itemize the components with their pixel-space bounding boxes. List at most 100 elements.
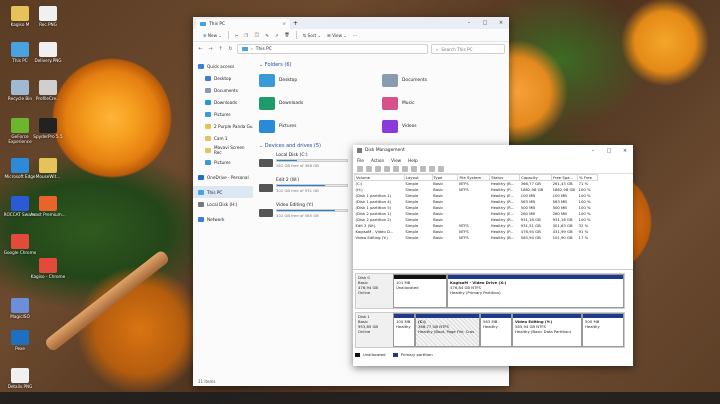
open-icon[interactable] [420,165,426,172]
sidebar-item[interactable]: Local Disk (H:) [193,198,253,210]
folder-item[interactable]: Documents [382,72,505,89]
more-options-icon[interactable]: ··· [353,33,357,38]
up-icon[interactable]: ↑ [217,46,224,52]
dm-menu-item[interactable]: Help [408,158,418,163]
sidebar-item-label: Pictures [214,111,231,117]
table-cell: Basic [433,235,444,240]
drive-usage-bar [276,159,348,162]
minimize-icon[interactable]: – [585,148,601,154]
forward-icon[interactable] [366,165,372,172]
refresh-icon[interactable]: ↻ [227,46,234,52]
explorer-tab-bar: This PC × + – □ × [193,17,509,29]
desktop-icon[interactable]: Kagiso - Chrome [30,258,66,279]
check-icon[interactable] [411,165,417,172]
sidebar-item-label: Cam 1 [214,135,228,141]
share-icon[interactable]: ↗ [275,33,279,38]
folder-item[interactable]: Desktop [259,72,382,89]
delete-icon[interactable]: 🗑 [284,32,289,38]
properties-icon[interactable] [375,165,381,172]
desktop-icon[interactable]: Details.PNG [2,368,38,389]
sidebar-item-label: This PC [207,189,223,195]
table-row[interactable]: Video Editing (Y:) Simple Basic NTFS Healthy… [355,235,598,241]
disk-1-row[interactable]: Disk 1 Basic 953,85 GB Online 100 MB Heal… [355,312,625,348]
sidebar-item[interactable]: Documents [193,84,253,96]
folder-icon [259,74,275,87]
desktop-icon[interactable]: Delivery.PNG [30,42,66,63]
sidebar-item[interactable]: Pictures [193,108,253,120]
desktop-icon[interactable]: Google Chrome [2,234,38,255]
disk-0-row[interactable]: Disk 0 Basic 476,94 GB Online 101 MB Una… [355,273,625,309]
desktop-icon[interactable]: Rec.PNG [30,6,66,27]
explorer-toolbar: ⊕ New ⌄ ✂ ❐ 📋 ✎ ↗ 🗑 ⇅ Sort ⌄ ☰ View ⌄ ··… [193,29,509,42]
video-drive-partition[interactable]: KagisoM - Video Drive (X:) 476,84 GB NTF… [447,274,624,308]
folders-heading[interactable]: ⌄ Folders (6) [259,62,505,68]
back-icon[interactable]: ← [197,46,204,52]
desktop-icon[interactable]: MagicISO [2,298,38,319]
list-icon[interactable] [393,165,399,172]
partition[interactable]: 500 MB Healthy [582,313,624,347]
desktop-icon-label: Pexe [15,346,25,351]
close-tab-icon[interactable]: × [282,22,286,27]
sidebar-item[interactable]: Pictures [193,156,253,168]
sidebar-item[interactable]: This PC [193,186,253,198]
desktop-icon[interactable]: MouseWit... [30,158,66,179]
paste-icon[interactable]: 📋 [254,32,259,38]
dm-menu-item[interactable]: Action [371,158,384,163]
new-tab-button[interactable]: + [293,20,298,27]
sidebar-item[interactable]: Cam 1 [193,132,253,144]
desktop-icon[interactable]: Avast Premium... [30,196,66,217]
folder-item[interactable]: Downloads [259,95,382,112]
folder-icon [198,174,204,180]
sidebar-item[interactable]: Movavi Screen Rec [193,144,253,156]
new-button[interactable]: ⊕ New ⌄ [203,33,222,38]
cut-icon[interactable]: ✂ [235,33,239,38]
sidebar-item[interactable]: Network [193,213,253,225]
search-placeholder: Search This PC [441,46,473,52]
sort-button[interactable]: ⇅ Sort ⌄ [303,33,321,38]
sidebar-item[interactable]: Downloads [193,96,253,108]
help-icon[interactable] [384,165,390,172]
partition-status: Healthy [396,324,411,329]
dm-menu-item[interactable]: File [357,158,364,163]
new-icon: ⊕ [203,32,207,38]
folder-item[interactable]: Pictures [259,118,382,135]
breadcrumb-chevron-icon: › [251,46,253,52]
rename-icon[interactable]: ✎ [265,33,269,38]
view-icon[interactable] [438,165,444,172]
sidebar-item[interactable]: 2 Purple Panda Gu [193,120,253,132]
dm-menu-item[interactable]: View [391,158,401,163]
desktop-icon[interactable]: SpyderPro 5.5 [30,118,66,139]
search-icon[interactable] [429,165,435,172]
partition[interactable]: 563 MB Healthy [480,313,512,347]
tab-this-pc[interactable]: This PC × [196,19,290,29]
folder-item[interactable]: Videos [382,118,505,135]
sidebar-item[interactable]: OneDrive - Personal [193,171,253,183]
legend-primary: Primary partition [400,352,433,357]
folder-item[interactable]: Music [382,95,505,112]
partition[interactable]: 100 MB Healthy [393,313,415,347]
desktop-icon[interactable]: Pexe [2,330,38,351]
maximize-icon[interactable]: □ [477,20,493,26]
legend-unallocated: Unallocated [363,352,386,357]
desktop-icon[interactable]: ProfileCre... [30,80,66,101]
desktop-item-icon [11,118,29,133]
back-icon[interactable] [357,165,363,172]
copy-icon[interactable]: ❐ [244,33,248,38]
forward-icon[interactable]: → [207,46,214,52]
view-button[interactable]: ☰ View ⌄ [327,33,347,38]
close-icon[interactable]: × [617,148,633,154]
address-bar[interactable]: › This PC [237,44,428,54]
sidebar-item[interactable]: Quick access [193,60,253,72]
partition[interactable]: Video Editing (Y:) 585,94 GB NTFS Healthy … [512,313,582,347]
partition[interactable]: (C:) 366,77 GB NTFS Healthy (Boot, Page Fi… [415,313,480,347]
search-input[interactable]: ⌕ Search This PC [431,44,505,54]
sidebar-item[interactable]: Desktop [193,72,253,84]
delete-icon[interactable] [402,165,408,172]
drive-info: Edit 2 (W:) 302 GB free of 931 GB [276,178,348,197]
maximize-icon[interactable]: □ [601,148,617,154]
partition-status: Unallocated [396,285,419,290]
close-icon[interactable]: × [493,20,509,26]
divider [295,31,297,39]
minimize-icon[interactable]: – [461,20,477,26]
unallocated-partition[interactable]: 101 MB Unallocated [393,274,447,308]
